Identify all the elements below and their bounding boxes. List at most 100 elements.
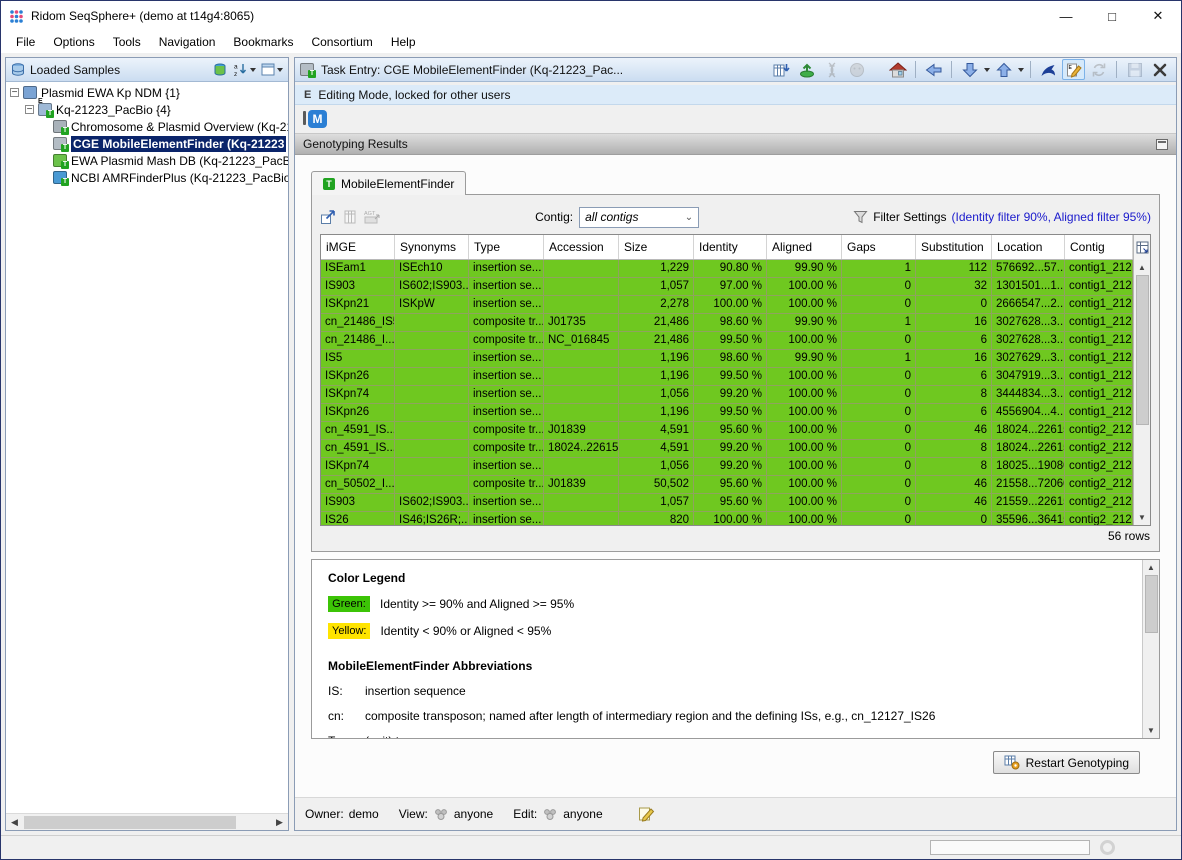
close-button[interactable]: ✕ [1135,1,1181,31]
table-row[interactable]: cn_21486_I...composite tr...NC_01684521,… [321,332,1133,350]
menu-item-help[interactable]: Help [382,33,425,51]
dna-icon[interactable] [820,59,843,80]
tree-item[interactable]: EWA Plasmid Mash DB (Kq-21223_PacBio) [6,152,288,169]
table-row[interactable]: cn_21486_IS5composite tr...J0173521,4869… [321,314,1133,332]
genotyping-results-content: T MobileElementFinder [295,155,1176,798]
tree-item[interactable]: NCBI AMRFinderPlus (Kq-21223_PacBio) [6,169,288,186]
tree-expander-icon[interactable]: − [25,105,34,114]
restart-genotyping-button[interactable]: Restart Genotyping [993,751,1140,774]
column-header-gaps[interactable]: Gaps [842,235,916,259]
table-row[interactable]: cn_4591_IS...composite tr...J018394,5919… [321,422,1133,440]
owner-row: Owner: demo View: anyone Edit: anyone [295,798,1176,830]
collapse-caret-icon[interactable] [277,68,283,72]
menu-item-tools[interactable]: Tools [104,33,150,51]
down-arrow-caret-icon[interactable] [984,68,990,72]
scroll-thumb[interactable] [1145,575,1158,633]
menu-item-options[interactable]: Options [44,33,103,51]
scroll-track[interactable] [23,814,271,830]
legend-vertical-scrollbar[interactable]: ▲ ▼ [1142,560,1159,738]
sort-icon[interactable]: az [233,62,256,77]
column-header-synonyms[interactable]: Synonyms [395,235,469,259]
filter-icon[interactable] [853,210,868,224]
table-row[interactable]: IS903IS602;IS903...insertion se...1,0579… [321,278,1133,296]
column-header-accession[interactable]: Accession [544,235,619,259]
home-icon[interactable] [886,59,909,80]
scroll-down-icon[interactable]: ▼ [1147,723,1155,738]
close-task-icon[interactable] [1148,59,1171,80]
table-row[interactable]: ISEam1ISEch10insertion se...1,22990.80 %… [321,260,1133,278]
table-cell: 21,486 [619,314,694,332]
tree-item[interactable]: Chromosome & Plasmid Overview (Kq-2122 [6,118,288,135]
scroll-thumb[interactable] [24,816,236,829]
column-header-imge[interactable]: iMGE [321,235,395,259]
column-header-location[interactable]: Location [992,235,1065,259]
task-entry-icon [300,63,314,76]
column-header-contig[interactable]: Contig [1065,235,1133,259]
scroll-right-icon[interactable]: ▶ [271,817,288,828]
down-arrow-icon[interactable] [958,59,981,80]
save-icon[interactable] [1123,59,1146,80]
edit-permissions-icon[interactable] [638,806,655,822]
sort-caret-icon[interactable] [250,68,256,72]
scroll-up-icon[interactable]: ▲ [1138,260,1146,275]
table-row[interactable]: cn_4591_IS...composite tr...18024..22615… [321,440,1133,458]
contig-select[interactable]: all contigs ⌄ [579,207,699,228]
jump-icon[interactable] [1037,59,1060,80]
back-arrow-icon[interactable] [922,59,945,80]
column-header-type[interactable]: Type [469,235,544,259]
table-cell: 1 [842,350,916,368]
table-row[interactable]: IS26IS46;IS26R;...insertion se...820100.… [321,512,1133,525]
filter-settings-detail[interactable]: (Identity filter 90%, Aligned filter 95%… [952,210,1151,224]
table-row[interactable]: IS903IS602;IS903...insertion se...1,0579… [321,494,1133,512]
up-arrow-icon[interactable] [992,59,1015,80]
export-sequence-icon[interactable]: AGT [363,209,381,225]
table-row[interactable]: ISKpn74insertion se...1,05699.20 %100.00… [321,458,1133,476]
table-row[interactable]: ISKpn21ISKpWinsertion se...2,278100.00 %… [321,296,1133,314]
table-cell: ISKpn74 [321,386,395,404]
edit-mode-icon[interactable]: E [1062,59,1085,80]
table-cell: insertion se... [469,278,544,296]
tree-horizontal-scrollbar[interactable]: ◀ ▶ [6,813,288,830]
scroll-thumb[interactable] [1136,275,1149,425]
scroll-up-icon[interactable]: ▲ [1147,560,1155,575]
refresh-samples-icon[interactable] [212,62,228,77]
table-cell: 21,486 [619,332,694,350]
table-row[interactable]: cn_50502_I...composite tr...J0183950,502… [321,476,1133,494]
collapse-all-icon[interactable] [261,63,283,76]
column-header-aligned[interactable]: Aligned [767,235,842,259]
table-import-icon[interactable] [770,59,793,80]
up-arrow-caret-icon[interactable] [1018,68,1024,72]
table-cell: ISEch10 [395,260,469,278]
table-row[interactable]: ISKpn26insertion se...1,19699.50 %100.00… [321,404,1133,422]
scroll-down-icon[interactable]: ▼ [1138,510,1146,525]
table-cell: 46 [916,494,992,512]
tab-mobileelementfinder[interactable]: T MobileElementFinder [311,171,466,195]
menu-item-consortium[interactable]: Consortium [302,33,381,51]
tree-item[interactable]: −Kq-21223_PacBio {4} [6,101,288,118]
column-header-substitution[interactable]: Substitution [916,235,992,259]
maximize-button[interactable]: □ [1089,1,1135,31]
menu-item-bookmarks[interactable]: Bookmarks [224,33,302,51]
tree-expander-icon[interactable]: − [10,88,19,97]
scroll-left-icon[interactable]: ◀ [6,817,23,828]
table-vertical-scrollbar[interactable]: ▲ ▼ [1133,260,1150,525]
table-cell [395,476,469,494]
section-collapse-icon[interactable] [1156,139,1168,150]
refresh-icon[interactable] [1087,59,1110,80]
menu-item-navigation[interactable]: Navigation [150,33,225,51]
column-header-identity[interactable]: Identity [694,235,767,259]
compare-icon[interactable] [845,59,868,80]
minimize-button[interactable]: — [1043,1,1089,31]
table-row[interactable]: ISKpn26insertion se...1,19699.50 %100.00… [321,368,1133,386]
filter-settings-label[interactable]: Filter Settings [873,210,946,224]
menu-item-file[interactable]: File [7,33,44,51]
table-row[interactable]: IS5insertion se...1,19698.60 %99.90 %116… [321,350,1133,368]
submit-icon[interactable] [795,59,818,80]
column-chooser-icon[interactable] [1133,235,1150,260]
column-header-size[interactable]: Size [619,235,694,259]
export-icon[interactable] [320,209,337,225]
tree-item[interactable]: −Plasmid EWA Kp NDM {1} [6,84,288,101]
tree-item[interactable]: CGE MobileElementFinder (Kq-21223 [6,135,288,152]
table-row[interactable]: ISKpn74insertion se...1,05699.20 %100.00… [321,386,1133,404]
copy-table-icon[interactable] [343,209,357,225]
